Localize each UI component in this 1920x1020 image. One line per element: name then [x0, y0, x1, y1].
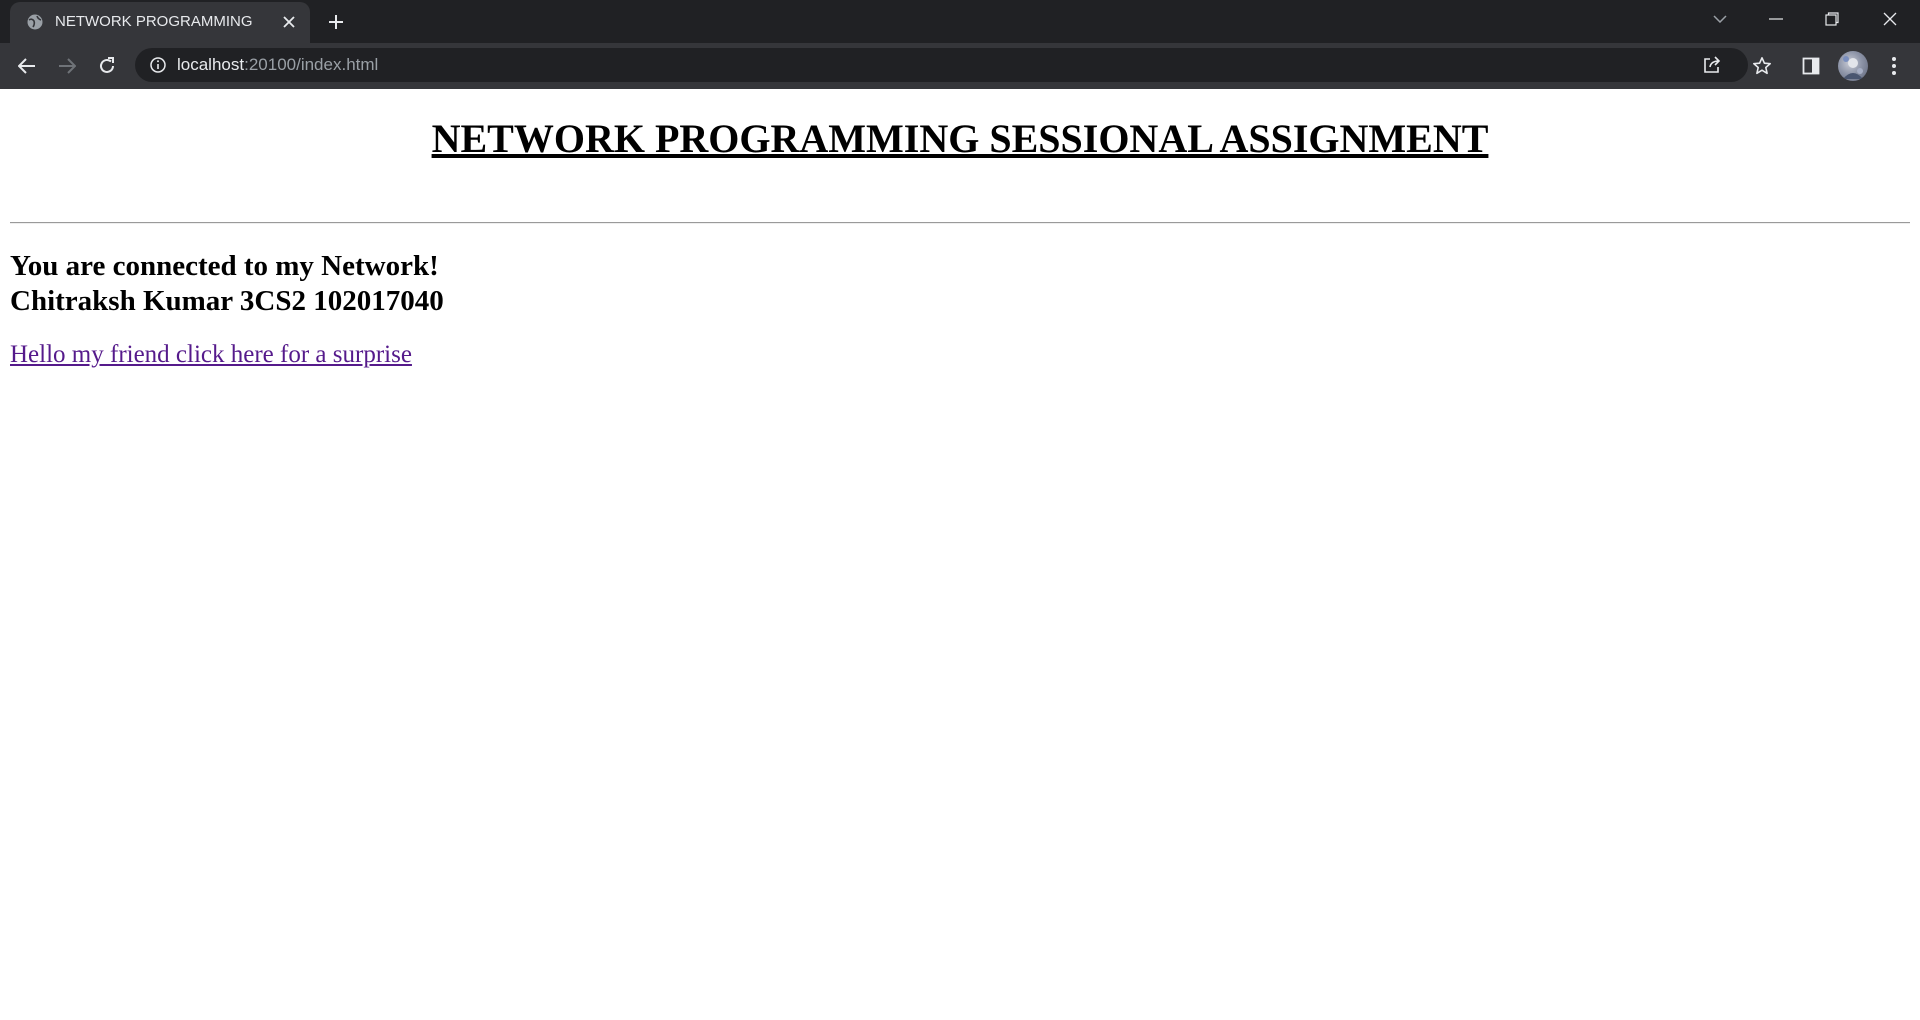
restore-icon[interactable] [1804, 0, 1860, 38]
close-window-icon[interactable] [1862, 0, 1918, 38]
share-icon[interactable] [1701, 54, 1723, 76]
student-info: Chitraksh Kumar 3CS2 102017040 [10, 285, 444, 317]
minimize-icon[interactable] [1748, 0, 1804, 38]
new-tab-button[interactable] [322, 8, 350, 36]
connection-message: You are connected to my Network! [10, 250, 439, 282]
arrow-left-icon[interactable] [11, 50, 43, 82]
url-text: localhost:20100/index.html [177, 55, 378, 75]
globe-icon [26, 13, 44, 31]
tab-strip: NETWORK PROGRAMMING [0, 0, 1920, 43]
page-title: NETWORK PROGRAMMING SESSIONAL ASSIGNMENT [431, 116, 1489, 161]
surprise-link[interactable]: Hello my friend click here for a surpris… [10, 340, 412, 370]
browser-toolbar: localhost:20100/index.html [0, 43, 1920, 89]
tab-title: NETWORK PROGRAMMING [55, 13, 253, 30]
close-tab-icon[interactable] [278, 11, 300, 33]
page-content: NETWORK PROGRAMMING SESSIONAL ASSIGNMENT… [0, 89, 1920, 1020]
reload-icon[interactable] [91, 50, 123, 82]
arrow-right-icon[interactable] [51, 50, 83, 82]
url-path: :20100/index.html [244, 55, 379, 74]
star-icon[interactable] [1746, 50, 1778, 82]
tab-search-icon[interactable] [1692, 0, 1748, 38]
browser-chrome: NETWORK PROGRAMMING localhost:20100/inde… [0, 0, 1920, 89]
tab-network-programming[interactable]: NETWORK PROGRAMMING [10, 2, 310, 43]
kebab-menu-icon[interactable] [1878, 50, 1910, 82]
side-panel-icon[interactable] [1795, 50, 1827, 82]
info-icon[interactable] [149, 56, 167, 74]
horizontal-divider [10, 222, 1910, 224]
profile-avatar[interactable] [1838, 51, 1868, 81]
address-bar[interactable]: localhost:20100/index.html [135, 48, 1748, 82]
url-host: localhost [177, 55, 245, 74]
